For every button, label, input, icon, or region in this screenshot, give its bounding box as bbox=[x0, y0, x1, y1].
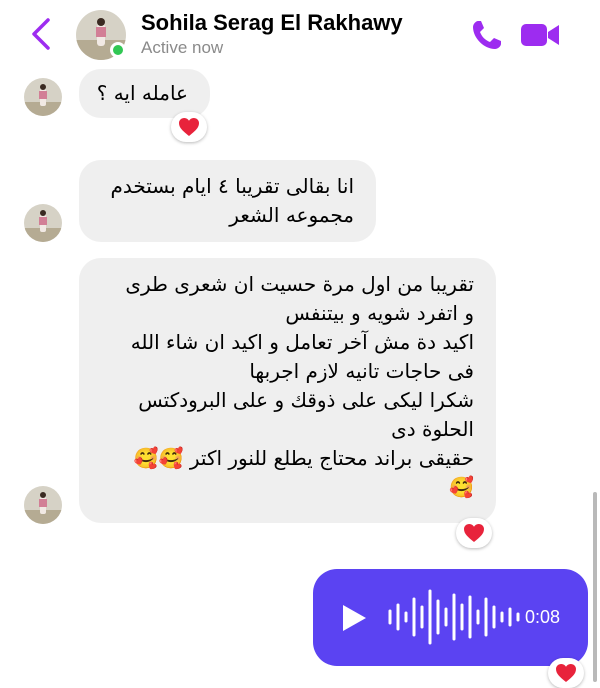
message-text: عامله ايه ؟ bbox=[96, 81, 188, 105]
message-text: و اتفرد شويه و بيتنفس bbox=[285, 301, 474, 325]
phone-icon[interactable] bbox=[470, 18, 504, 52]
sender-avatar[interactable] bbox=[24, 204, 62, 242]
message-text: الحلوة دى bbox=[391, 417, 474, 441]
heart-icon bbox=[179, 118, 199, 136]
message-text: تقريبا من اول مرة حسيت ان شعرى طرى bbox=[125, 272, 474, 296]
online-status-dot bbox=[110, 42, 126, 58]
play-icon[interactable] bbox=[339, 603, 369, 633]
reaction-heart[interactable] bbox=[548, 658, 584, 688]
message-bubble[interactable]: انا بقالى تقريبا ٤ ايام بستخدم مجموعه ال… bbox=[79, 160, 376, 242]
voice-message-bubble[interactable]: 0:08 bbox=[313, 569, 588, 666]
heart-icon bbox=[556, 664, 576, 682]
message-bubble[interactable]: عامله ايه ؟ bbox=[79, 69, 210, 118]
scrollbar[interactable] bbox=[593, 492, 597, 682]
reaction-heart[interactable] bbox=[171, 112, 207, 142]
voice-duration: 0:08 bbox=[525, 607, 561, 627]
chat-header: Sohila Serag El Rakhawy Active now bbox=[0, 0, 600, 70]
video-camera-icon[interactable] bbox=[520, 20, 560, 50]
reaction-heart[interactable] bbox=[456, 518, 492, 548]
sender-avatar[interactable] bbox=[24, 78, 62, 116]
active-status: Active now bbox=[141, 38, 224, 57]
message-bubble[interactable]: تقريبا من اول مرة حسيت ان شعرى طرى و اتف… bbox=[79, 258, 496, 523]
message-text: شكرا ليكى على ذوقك و على البرودكتس bbox=[138, 388, 474, 412]
message-text: انا بقالى تقريبا ٤ ايام بستخدم bbox=[110, 174, 354, 198]
message-text: اكيد دة مش آخر تعامل و اكيد ان شاء الله bbox=[130, 330, 474, 354]
message-text: فى حاجات تانيه لازم اجربها bbox=[249, 359, 474, 383]
audio-waveform[interactable] bbox=[387, 585, 523, 649]
chevron-left-icon[interactable] bbox=[26, 16, 56, 52]
heart-icon bbox=[464, 524, 484, 542]
message-text: حقيقى براند محتاج يطلع للنور اكتر 🥰🥰 bbox=[133, 446, 474, 470]
message-text: مجموعه الشعر bbox=[229, 203, 354, 227]
message-text: 🥰 bbox=[449, 475, 474, 499]
sender-avatar[interactable] bbox=[24, 486, 62, 524]
contact-name[interactable]: Sohila Serag El Rakhawy bbox=[141, 10, 403, 36]
